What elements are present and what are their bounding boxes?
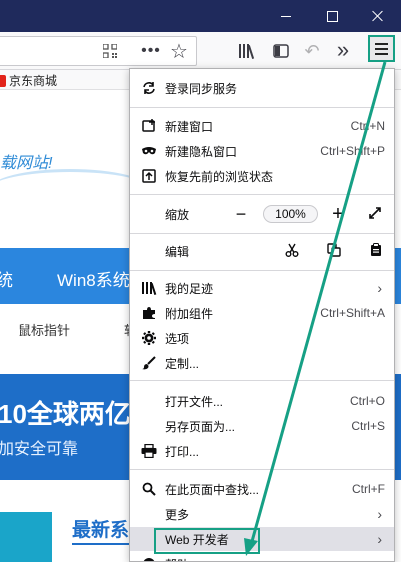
subnav-cursor[interactable]: 鼠标指针 — [18, 320, 70, 339]
menu-item-print[interactable]: 打印... — [130, 439, 394, 463]
window-title-bar — [0, 0, 401, 32]
news-title-underline — [72, 543, 132, 545]
menu-item-options[interactable]: 选项 — [130, 326, 394, 350]
decorative-swoosh — [0, 169, 150, 209]
open-file-shortcut: Ctrl+O — [349, 394, 385, 408]
nav-item-left[interactable]: 统 — [0, 266, 13, 291]
menu-separator — [130, 270, 394, 271]
new-window-label: 新建窗口 — [165, 119, 214, 134]
library-icon[interactable] — [236, 41, 258, 61]
more-label: 更多 — [165, 507, 190, 522]
zoom-out-button[interactable]: − — [232, 204, 250, 225]
find-label: 在此页面中查找... — [165, 482, 260, 497]
library-icon — [140, 279, 158, 297]
chevron-right-icon: › — [377, 506, 382, 522]
news-section-title: 最新系 — [72, 520, 130, 541]
menu-item-new-private-window[interactable]: 新建隐私窗口 Ctrl+Shift+P — [130, 139, 394, 163]
menu-item-addons[interactable]: 附加组件 Ctrl+Shift+A — [130, 301, 394, 325]
save-as-shortcut: Ctrl+S — [351, 419, 385, 433]
private-mask-icon — [140, 142, 158, 160]
menu-separator — [130, 469, 394, 470]
paste-icon[interactable] — [368, 242, 384, 260]
search-icon — [140, 480, 158, 498]
print-label: 打印... — [165, 444, 200, 459]
help-label: 帮助 — [165, 556, 189, 562]
addons-shortcut: Ctrl+Shift+A — [320, 306, 385, 320]
new-private-label: 新建隐私窗口 — [165, 144, 238, 159]
copy-icon[interactable] — [326, 242, 342, 260]
save-as-label: 另存页面为... — [165, 419, 236, 434]
maximize-icon[interactable] — [309, 0, 355, 32]
page-actions-icon[interactable]: ••• — [140, 42, 162, 60]
library-label: 我的足迹 — [165, 281, 214, 296]
new-window-shortcut: Ctrl+N — [350, 119, 385, 133]
menu-item-zoom: 缩放 − 100% + — [130, 202, 394, 226]
sidebar-icon[interactable] — [270, 41, 292, 61]
menu-item-customize[interactable]: 定制... — [130, 351, 394, 375]
menu-item-help[interactable]: ? 帮助 — [130, 552, 394, 562]
menu-item-library[interactable]: 我的足迹 › — [130, 276, 394, 300]
menu-item-find[interactable]: 在此页面中查找... Ctrl+F — [130, 477, 394, 501]
fullscreen-icon[interactable] — [366, 206, 384, 223]
help-icon: ? — [140, 555, 158, 561]
app-menu-panel: 登录同步服务 新建窗口 Ctrl+N 新建隐私窗口 Ctrl+Shift+P 恢… — [129, 68, 395, 562]
chevron-right-icon: › — [377, 280, 382, 296]
menu-item-more[interactable]: 更多 › — [130, 502, 394, 526]
news-thumbnail[interactable] — [0, 512, 52, 562]
undo-close-tab-icon[interactable]: ↶ — [302, 40, 322, 62]
restore-label: 恢复先前的浏览状态 — [165, 169, 274, 184]
menu-item-edit: 编辑 — [130, 239, 394, 263]
paintbrush-icon — [140, 354, 158, 372]
menu-item-restore-session[interactable]: 恢复先前的浏览状态 — [130, 164, 394, 188]
banner-title: 10全球两亿 — [0, 399, 131, 429]
menu-separator — [130, 233, 394, 234]
find-shortcut: Ctrl+F — [352, 482, 385, 496]
bookmark-jd[interactable]: 京东商城 — [0, 72, 57, 89]
zoom-reset-button[interactable]: 100% — [263, 205, 318, 223]
restore-session-icon — [140, 167, 158, 185]
chevron-right-icon: › — [377, 531, 382, 547]
close-icon[interactable] — [355, 0, 401, 32]
customize-label: 定制... — [165, 356, 200, 371]
open-menu-button[interactable] — [368, 35, 395, 62]
options-label: 选项 — [165, 331, 190, 346]
zoom-label: 缩放 — [165, 207, 190, 222]
overflow-chevron-icon[interactable]: » — [332, 37, 354, 62]
qr-code-icon[interactable] — [101, 42, 119, 60]
banner-subtitle: 加安全可靠 — [0, 441, 79, 458]
sync-label: 登录同步服务 — [165, 81, 238, 96]
open-file-label: 打开文件... — [165, 394, 224, 409]
zoom-in-button[interactable]: + — [329, 203, 347, 226]
new-private-shortcut: Ctrl+Shift+P — [320, 144, 385, 158]
menu-separator — [130, 107, 394, 108]
bookmark-label: 京东商城 — [9, 74, 58, 88]
minimize-icon[interactable] — [263, 0, 309, 32]
puzzle-piece-icon — [140, 304, 158, 322]
cut-icon[interactable] — [284, 243, 300, 260]
edit-label: 编辑 — [165, 244, 190, 259]
jd-favicon-icon — [0, 74, 6, 87]
bookmark-star-icon[interactable]: ☆ — [168, 40, 190, 63]
menu-separator — [130, 194, 394, 195]
new-window-icon — [140, 117, 158, 135]
printer-icon — [140, 442, 158, 460]
menu-item-sync[interactable]: 登录同步服务 — [130, 76, 394, 100]
addons-label: 附加组件 — [165, 306, 214, 321]
menu-item-open-file[interactable]: 打开文件... Ctrl+O — [130, 389, 394, 413]
annotation-highlight-box — [154, 528, 260, 554]
sync-icon — [140, 79, 158, 97]
gear-icon — [140, 329, 158, 347]
menu-item-save-as[interactable]: 另存页面为... Ctrl+S — [130, 414, 394, 438]
nav-item-win8[interactable]: Win8系统 — [57, 266, 130, 291]
menu-item-new-window[interactable]: 新建窗口 Ctrl+N — [130, 114, 394, 138]
menu-separator — [130, 380, 394, 381]
